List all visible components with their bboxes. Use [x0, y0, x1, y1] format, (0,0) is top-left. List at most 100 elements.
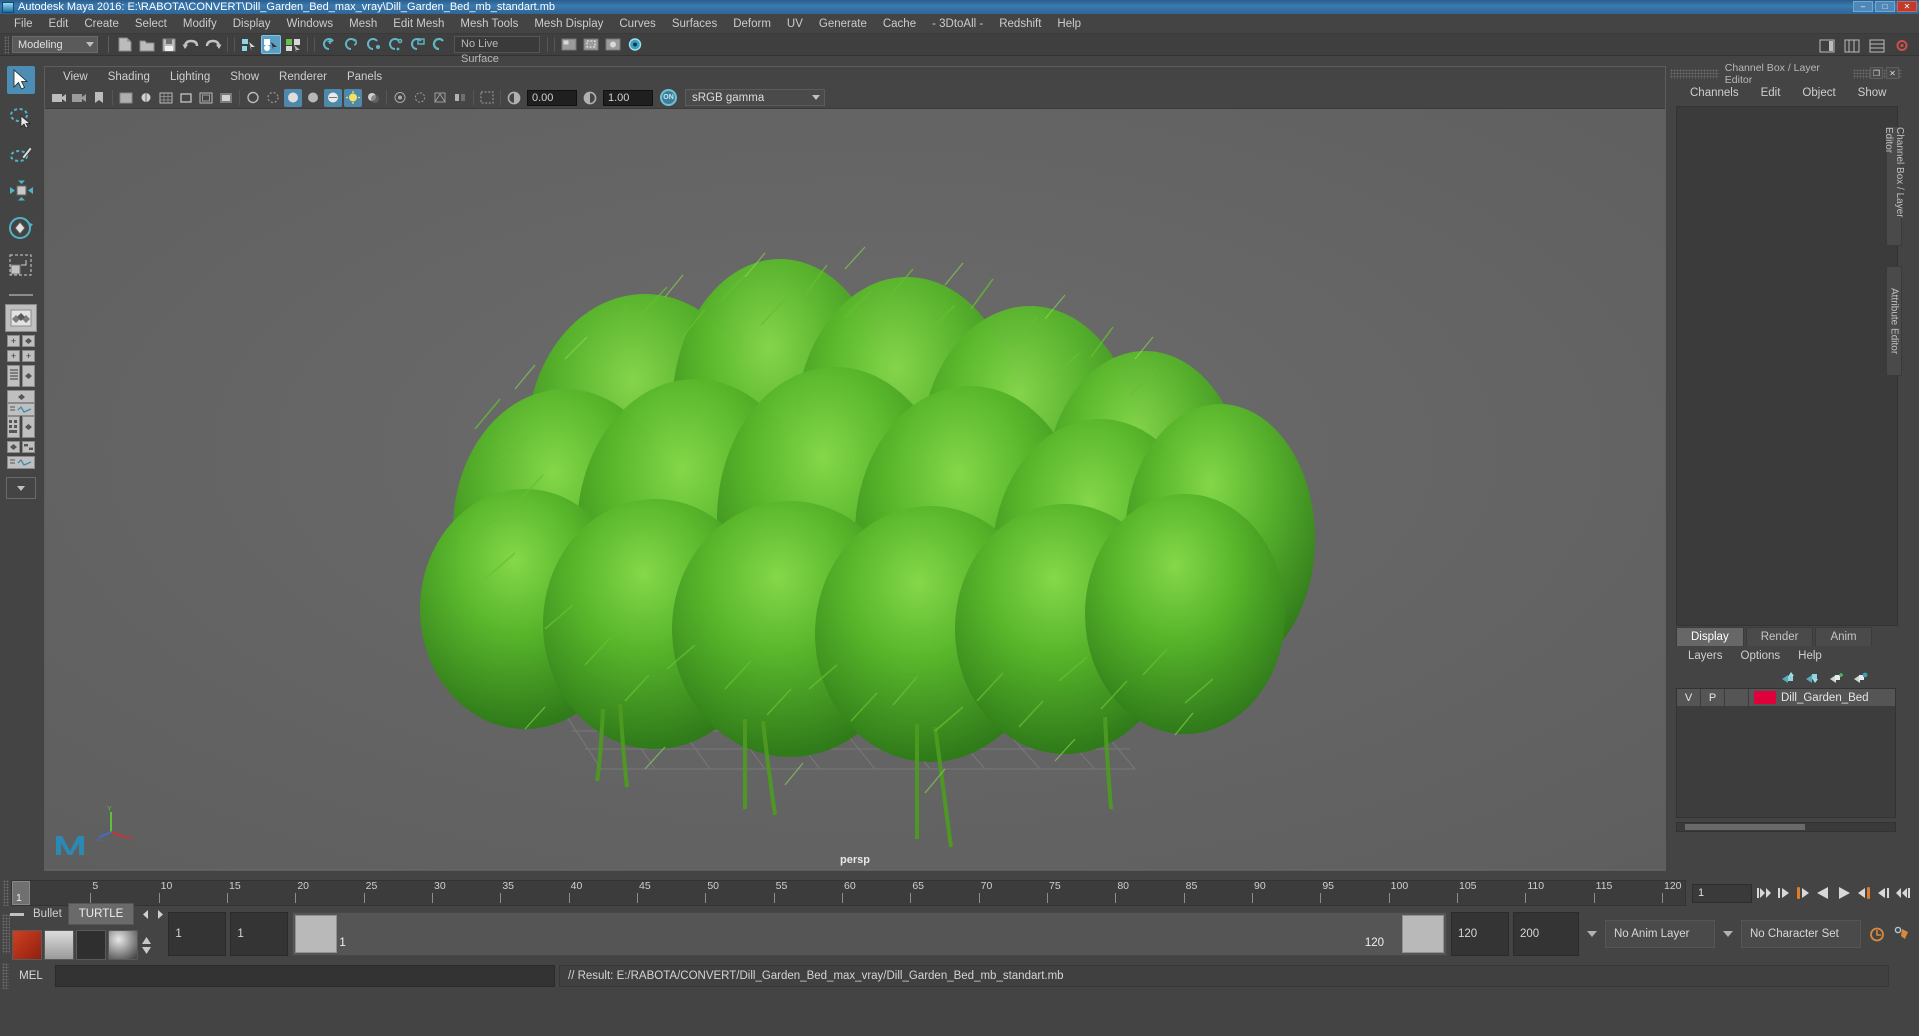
command-line-grip[interactable] [2, 963, 9, 989]
menuset-selector[interactable]: Modeling [12, 36, 98, 53]
undo-icon[interactable] [181, 35, 201, 54]
snap-to-view-plane-icon[interactable] [407, 35, 427, 54]
menu-uv[interactable]: UV [779, 15, 811, 33]
exposure-field[interactable]: 0.00 [527, 89, 577, 106]
menu-mesh[interactable]: Mesh [341, 15, 385, 33]
layer-menu-options[interactable]: Options [1741, 650, 1781, 662]
save-scene-icon[interactable] [159, 35, 179, 54]
four-view-layout-alt[interactable]: + [7, 350, 20, 362]
panel-menu-renderer[interactable]: Renderer [269, 68, 337, 86]
gamma-field[interactable]: 1.00 [603, 89, 653, 106]
snap-to-projected-center-icon[interactable] [385, 35, 405, 54]
outliner-graph-layout[interactable] [22, 441, 35, 453]
render-settings-icon[interactable] [625, 35, 645, 54]
motion-blur-icon[interactable] [411, 89, 429, 107]
open-scene-icon[interactable] [137, 35, 157, 54]
layer-tab-render[interactable]: Render [1745, 627, 1814, 646]
wireframe-shaded-icon[interactable] [284, 88, 302, 107]
go-to-start-icon[interactable] [1756, 886, 1772, 900]
panel-menu-lighting[interactable]: Lighting [160, 68, 220, 86]
menu-edit[interactable]: Edit [41, 15, 77, 33]
time-slider-track[interactable]: 1 5 10 15 20 25 30 35 40 45 50 55 60 65 70 75 80 85 90 95 1… [11, 880, 1686, 906]
menu-mesh-display[interactable]: Mesh Display [526, 15, 611, 33]
channel-box-menu-channels[interactable]: Channels [1690, 87, 1739, 99]
persp-only-layout-alt[interactable] [22, 416, 35, 438]
shelf-icon-sphere-preview[interactable] [108, 930, 138, 960]
camera-attributes-icon[interactable] [70, 89, 88, 107]
menu-3dtoall[interactable]: - 3DtoAll - [924, 15, 991, 33]
two-pane-stacked-layout[interactable]: + [22, 350, 35, 362]
paint-select-tool[interactable] [7, 140, 35, 168]
single-perspective-layout[interactable] [5, 304, 37, 332]
shelf-scroll-down-arrow[interactable] [141, 946, 152, 955]
menu-edit-mesh[interactable]: Edit Mesh [385, 15, 452, 33]
menu-curves[interactable]: Curves [611, 15, 663, 33]
move-layer-down-icon[interactable] [1805, 671, 1820, 684]
layer-list-scrollbar[interactable] [1676, 822, 1896, 832]
panel-menu-shading[interactable]: Shading [98, 68, 160, 86]
shelf-tab-turtle[interactable]: TURTLE [67, 903, 135, 925]
anim-layer-selector[interactable]: No Anim Layer [1605, 920, 1715, 948]
play-backwards-icon[interactable] [1815, 886, 1831, 900]
shelf-icon-bake[interactable] [44, 930, 74, 960]
film-gate-icon[interactable] [177, 89, 195, 107]
next-shelf-arrow[interactable] [154, 909, 166, 920]
channel-box-content[interactable] [1676, 106, 1898, 626]
anim-end-time-field[interactable]: 200 [1513, 912, 1579, 956]
redo-icon[interactable] [203, 35, 223, 54]
smooth-shade-all-icon[interactable] [304, 89, 322, 107]
render-view-icon[interactable] [559, 35, 579, 54]
anim-start-time-field[interactable]: 1 [168, 912, 227, 956]
menu-deform[interactable]: Deform [725, 15, 779, 33]
scrollbar-thumb[interactable] [1685, 824, 1805, 830]
menu-file[interactable]: File [6, 15, 41, 33]
new-layer-from-selected-icon[interactable] [1853, 671, 1868, 684]
sidebar-tab-attribute-editor[interactable]: Attribute Editor [1886, 266, 1902, 376]
screen-space-ao-icon[interactable] [391, 89, 409, 107]
prev-shelf-arrow[interactable] [140, 909, 152, 920]
menu-display[interactable]: Display [225, 15, 279, 33]
snap-to-grid-icon[interactable] [319, 35, 339, 54]
command-input[interactable] [55, 965, 555, 987]
shelf-grip[interactable] [2, 914, 10, 954]
gate-mask-icon[interactable] [217, 89, 235, 107]
depth-of-field-icon[interactable] [451, 89, 469, 107]
perspective-viewport[interactable]: Y X Z persp [45, 109, 1665, 870]
gamma-icon[interactable] [581, 89, 599, 107]
shelf-menu-icon[interactable] [10, 912, 24, 916]
new-scene-icon[interactable] [115, 35, 135, 54]
playback-settings-icon[interactable] [1893, 926, 1911, 943]
layer-tab-anim[interactable]: Anim [1815, 627, 1872, 646]
isolate-select-icon[interactable] [478, 89, 496, 107]
shelf-icon-turtle-render[interactable] [12, 930, 42, 960]
channel-box-menu-edit[interactable]: Edit [1761, 87, 1781, 99]
range-slider[interactable]: 1 120 [292, 912, 1447, 956]
two-sided-lighting-icon[interactable] [137, 89, 155, 107]
hypershade-persp-layout[interactable] [7, 416, 20, 438]
exposure-icon[interactable] [505, 89, 523, 107]
channel-box-menu-show[interactable]: Show [1858, 87, 1887, 99]
persp-only-layout[interactable] [22, 365, 35, 387]
layout-menu-dropdown[interactable] [6, 477, 36, 499]
select-by-component-icon[interactable] [283, 35, 303, 54]
current-time-indicator[interactable]: 1 [12, 881, 30, 905]
snap-to-curve-icon[interactable] [341, 35, 361, 54]
channel-box-menu-object[interactable]: Object [1802, 87, 1835, 99]
shelf-scroll-up-arrow[interactable] [141, 936, 152, 945]
ipr-render-icon[interactable] [603, 35, 623, 54]
grid-toggle-icon[interactable] [157, 89, 175, 107]
select-by-hierarchy-icon[interactable] [239, 35, 259, 54]
two-pane-side-layout[interactable] [22, 335, 35, 347]
image-plane-icon[interactable] [117, 89, 135, 107]
rotate-tool[interactable] [7, 214, 35, 242]
graph-editor-layout[interactable] [7, 403, 35, 416]
shadows-icon[interactable] [364, 89, 382, 107]
maximize-button[interactable]: □ [1875, 1, 1895, 12]
time-slider-grip[interactable] [3, 880, 9, 906]
color-management-toggle[interactable]: ON [660, 89, 677, 106]
layer-row[interactable]: V P Dill_Garden_Bed [1677, 688, 1895, 707]
view-transform-selector[interactable]: sRGB gamma [685, 89, 825, 106]
layer-menu-help[interactable]: Help [1798, 650, 1822, 662]
scale-tool[interactable] [7, 251, 35, 279]
script-language-label[interactable]: MEL [9, 970, 53, 982]
